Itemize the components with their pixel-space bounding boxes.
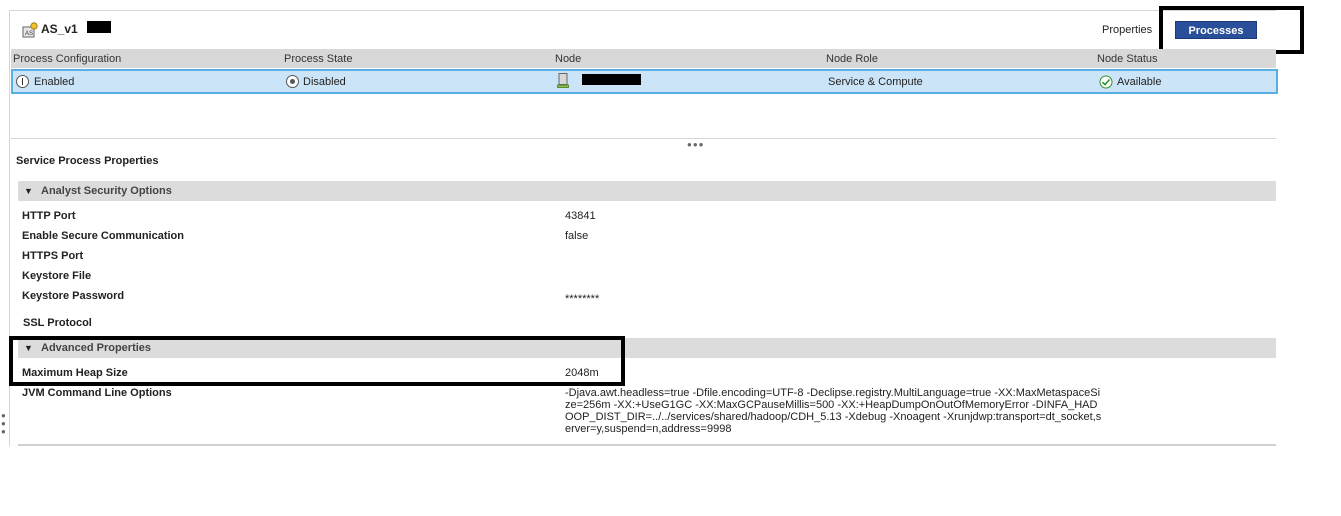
process-grid-header: Process Configuration Process State Node… (11, 49, 1276, 68)
table-row[interactable]: Enabled Disabled Service & Compute Avail… (11, 69, 1278, 94)
computer-icon (557, 73, 569, 88)
check-icon (1099, 75, 1113, 89)
divider (18, 444, 1276, 446)
highlight-box-processes (1159, 6, 1304, 54)
property-value: ******** (565, 293, 600, 305)
redaction-block (87, 21, 111, 33)
process-configuration-value: Enabled (34, 76, 75, 88)
tab-properties[interactable]: Properties (1102, 24, 1152, 36)
property-label: Enable Secure Communication (22, 230, 184, 242)
power-icon (16, 75, 29, 88)
service-title: AS_v1 (41, 22, 78, 36)
node-role-value: Service & Compute (828, 76, 923, 88)
section-title: Service Process Properties (16, 155, 159, 167)
grid-empty-area (11, 94, 1276, 139)
side-splitter-handle[interactable]: ● ● ● (1, 412, 9, 436)
triangle-down-icon: ▼ (24, 186, 33, 196)
property-label: Keystore Password (22, 290, 125, 302)
column-process-state[interactable]: Process State (284, 53, 352, 65)
property-label: Keystore File (22, 270, 92, 282)
property-value: false (565, 230, 589, 242)
column-node-status[interactable]: Node Status (1097, 53, 1158, 65)
property-label: JVM Command Line Options (22, 387, 172, 399)
column-node-role[interactable]: Node Role (826, 53, 878, 65)
group-analyst-security[interactable]: ▼ Analyst Security Options (18, 181, 1276, 201)
service-icon: AS (22, 22, 38, 38)
radio-icon (286, 75, 299, 88)
property-value: -Djava.awt.headless=true -Dfile.encoding… (565, 387, 1102, 435)
property-label: HTTPS Port (22, 250, 84, 262)
property-value: 43841 (565, 210, 596, 222)
property-label: HTTP Port (22, 210, 76, 222)
column-process-configuration[interactable]: Process Configuration (13, 53, 121, 65)
column-node[interactable]: Node (555, 53, 581, 65)
splitter-handle[interactable]: ●●● (687, 140, 705, 149)
highlight-box-advanced (9, 336, 625, 386)
process-state-value: Disabled (303, 76, 346, 88)
svg-text:AS: AS (25, 31, 33, 37)
group-label: Analyst Security Options (41, 185, 172, 197)
node-status-value: Available (1117, 76, 1162, 88)
redaction-block (582, 74, 641, 85)
property-label: SSL Protocol (23, 317, 92, 329)
